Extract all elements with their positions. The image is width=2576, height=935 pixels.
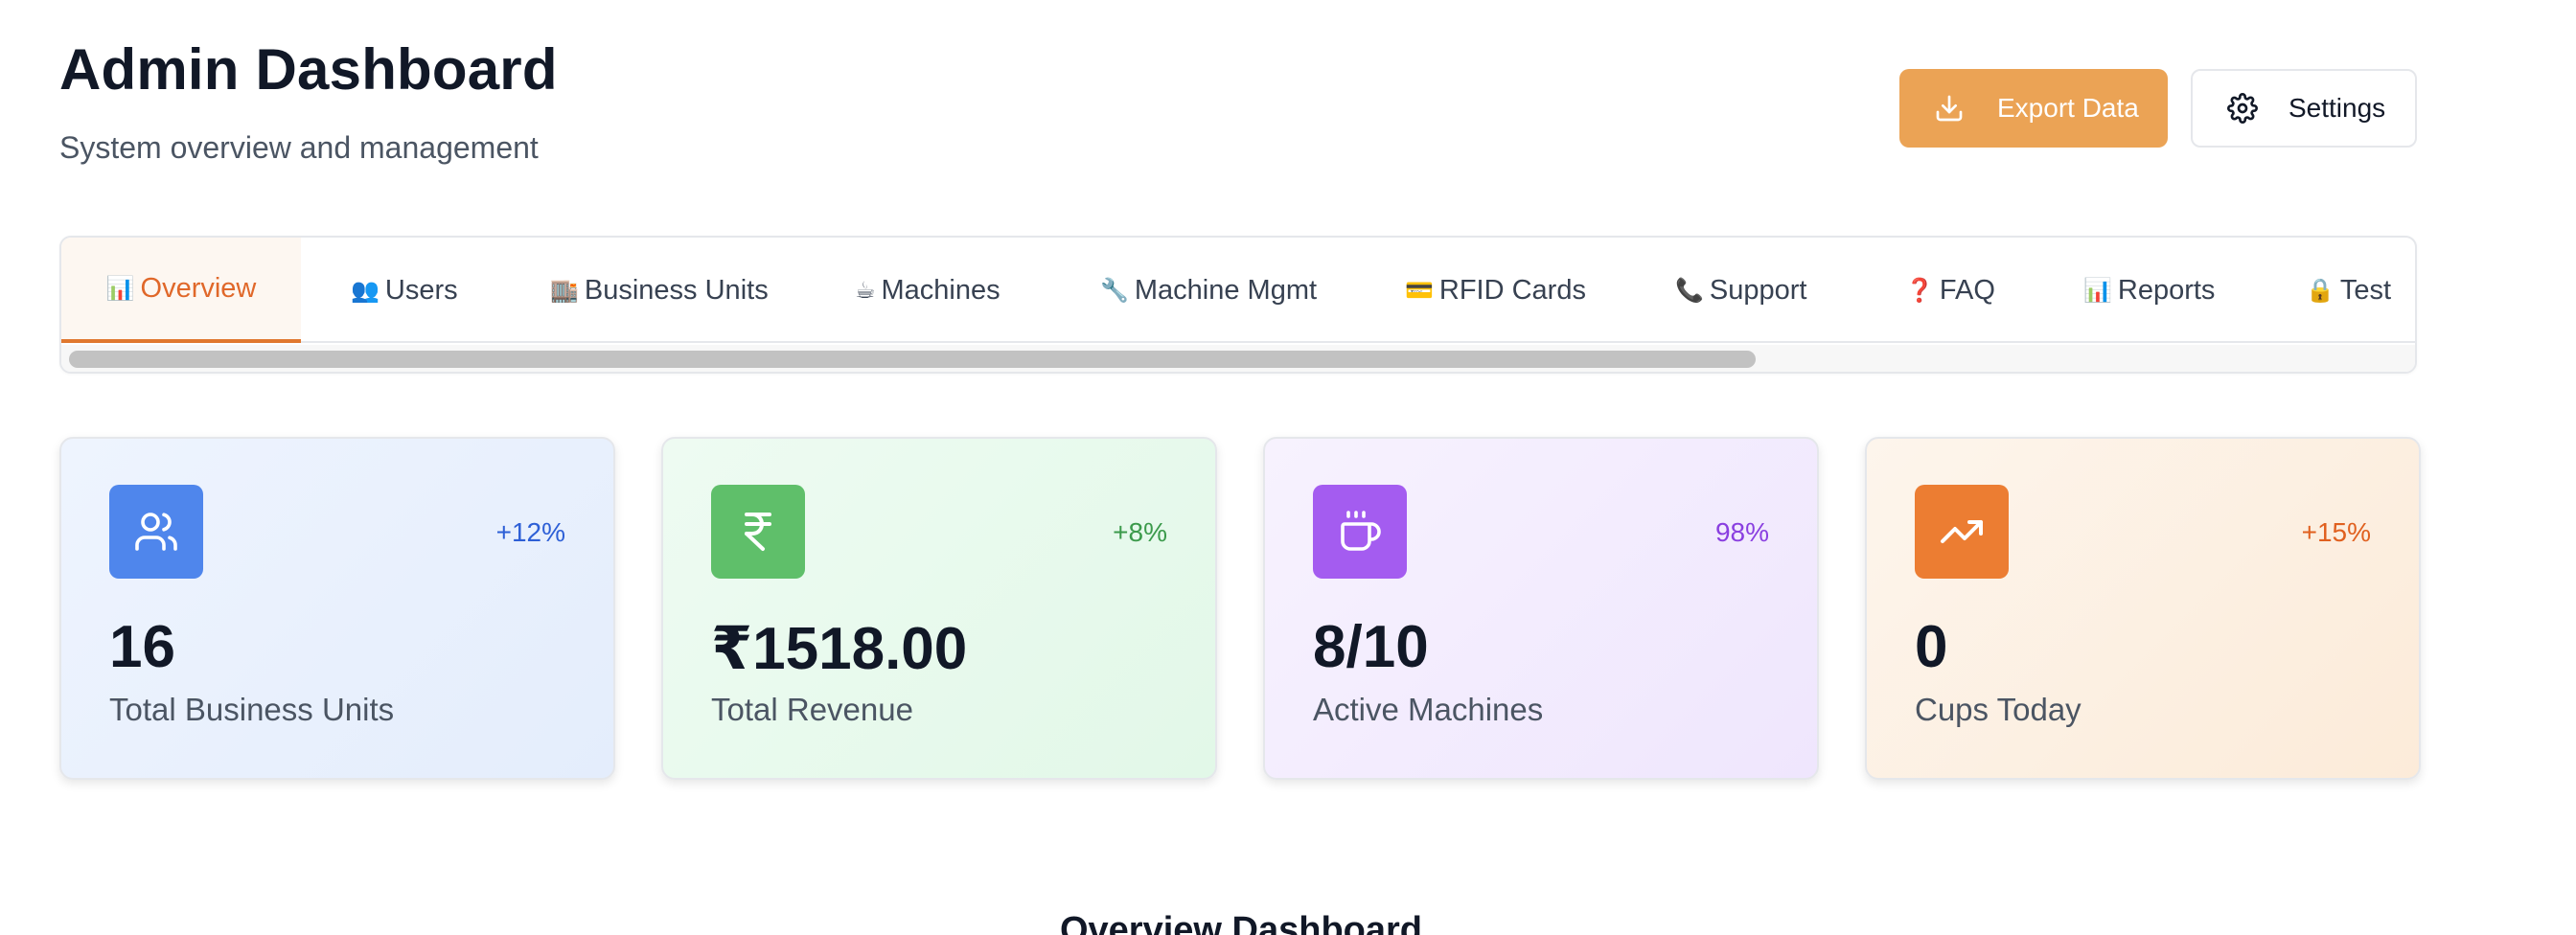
stat-delta: +8% (1113, 517, 1167, 547)
stat-label: Cups Today (1915, 692, 2082, 727)
settings-label: Settings (2288, 93, 2386, 123)
bar-chart-icon: 📊 (105, 275, 135, 302)
admin-dashboard-page: Admin Dashboard System overview and mana… (0, 0, 2576, 935)
stat-value: ₹1518.00 (711, 616, 968, 682)
users-icon (109, 485, 203, 579)
stat-card-cups-today: +15% 0 Cups Today (1865, 437, 2421, 780)
question-mark-icon: ❓ (1905, 277, 1934, 304)
coffee-icon: ☕ (855, 277, 876, 304)
tab-label: RFID Cards (1438, 274, 1586, 306)
stat-value: 0 (1915, 614, 1948, 680)
stat-label: Active Machines (1313, 692, 1544, 727)
tab-label: Users (384, 274, 458, 306)
tab-users[interactable]: 👥 Users (351, 238, 458, 343)
bar-chart-icon: 📊 (2083, 277, 2112, 304)
tab-label: Business Units (584, 274, 769, 306)
trending-up-icon (1915, 485, 2009, 579)
tab-overview[interactable]: 📊 Overview (61, 238, 301, 343)
stat-label: Total Business Units (109, 692, 395, 727)
gear-icon (2227, 93, 2258, 124)
rupee-icon (711, 485, 805, 579)
tab-rfid-cards[interactable]: 💳 RFID Cards (1405, 238, 1586, 343)
tab-list: 📊 Overview 👥 Users 🏬 Business Units ☕ Ma… (61, 238, 2415, 343)
section-title: Overview Dashboard (1059, 910, 1423, 935)
tab-support[interactable]: 📞 Support (1675, 238, 1806, 343)
tab-machine-mgmt[interactable]: 🔧 Machine Mgmt (1100, 238, 1317, 343)
page-subtitle: System overview and management (59, 130, 539, 165)
tab-test[interactable]: 🔒 Test (2306, 238, 2391, 343)
tab-label: Reports (2117, 274, 2216, 306)
tab-faq[interactable]: ❓ FAQ (1905, 238, 1995, 343)
tab-label: Machine Mgmt (1134, 274, 1318, 306)
tab-scrollbar-thumb[interactable] (69, 351, 1756, 368)
stat-delta: +15% (2301, 517, 2371, 547)
wrench-icon: 🔧 (1100, 277, 1129, 304)
tab-label: FAQ (1939, 274, 1995, 306)
export-data-button[interactable]: Export Data (1899, 69, 2168, 148)
stat-delta: 98% (1714, 517, 1769, 547)
coffee-cup-icon (1313, 485, 1407, 579)
export-data-label: Export Data (1997, 93, 2139, 123)
tab-machines[interactable]: ☕ Machines (855, 238, 1000, 343)
tab-bar: 📊 Overview 👥 Users 🏬 Business Units ☕ Ma… (59, 236, 2417, 374)
stat-label: Total Revenue (711, 692, 913, 727)
users-icon: 👥 (351, 277, 380, 304)
department-store-icon: 🏬 (550, 277, 579, 304)
tab-label: Support (1709, 274, 1807, 306)
stat-value: 16 (109, 614, 175, 680)
tab-label: Overview (140, 272, 257, 304)
lock-icon: 🔒 (2306, 277, 2334, 304)
credit-card-icon: 💳 (1405, 277, 1434, 304)
tab-label: Machines (881, 274, 1000, 306)
tab-label: Test (2339, 274, 2392, 306)
phone-icon: 📞 (1675, 277, 1704, 304)
settings-button[interactable]: Settings (2191, 69, 2417, 148)
tab-reports[interactable]: 📊 Reports (2083, 238, 2215, 343)
stat-value: 8/10 (1313, 614, 1429, 680)
stat-card-business-units: +12% 16 Total Business Units (59, 437, 615, 780)
tab-business-units[interactable]: 🏬 Business Units (550, 238, 769, 343)
stat-card-active-machines: 98% 8/10 Active Machines (1263, 437, 1819, 780)
stat-card-revenue: +8% ₹1518.00 Total Revenue (661, 437, 1217, 780)
stat-delta: +12% (495, 517, 565, 547)
page-title: Admin Dashboard (59, 37, 558, 102)
download-icon (1934, 93, 1965, 124)
